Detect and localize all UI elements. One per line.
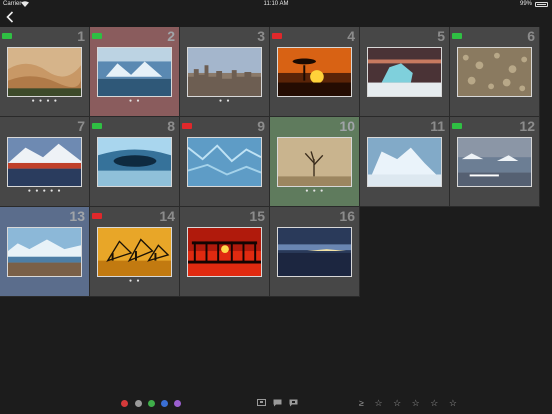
blue-filter-dot[interactable] [161, 400, 168, 407]
photo-number: 6 [527, 28, 535, 44]
battery-icon [535, 2, 548, 7]
photo-cell[interactable]: 5 [360, 27, 450, 117]
green-flag-icon [2, 33, 12, 39]
photo-thumbnail[interactable] [367, 47, 442, 97]
photo-thumbnail[interactable] [367, 137, 442, 187]
green-flag-icon [92, 33, 102, 39]
photo-number: 3 [257, 28, 265, 44]
rating-dots: ● ● [219, 98, 231, 104]
photo-thumbnail[interactable] [97, 227, 172, 277]
green-flag-icon [452, 123, 462, 129]
photo-thumbnail[interactable] [187, 137, 262, 187]
photo-cell[interactable]: 6 [450, 27, 540, 117]
bottom-toolbar: ≥ ☆ ☆ ☆ ☆ ☆ [0, 394, 552, 414]
photo-cell[interactable]: 3 ● ● [180, 27, 270, 117]
photo-cell[interactable]: 2 ● ● [90, 27, 180, 117]
status-bar: Carrier 11:10 AM 99% [0, 0, 552, 9]
chevron-left-icon [6, 10, 14, 26]
red-flag-icon [182, 123, 192, 129]
red-filter-dot[interactable] [121, 400, 128, 407]
rating-star-2[interactable]: ☆ [393, 398, 405, 408]
clock: 11:10 AM [263, 1, 289, 7]
photo-thumbnail[interactable] [187, 227, 262, 277]
flag-comment-icon[interactable] [288, 399, 298, 408]
photo-cell[interactable]: 12 [450, 117, 540, 207]
photo-number: 5 [437, 28, 445, 44]
photo-thumbnail[interactable] [97, 47, 172, 97]
photo-number: 14 [159, 208, 175, 224]
red-flag-icon [272, 33, 282, 39]
rating-dots: ● ● ● [305, 188, 325, 194]
photo-number: 16 [339, 208, 355, 224]
photo-number: 15 [249, 208, 265, 224]
photo-thumbnail[interactable] [7, 47, 82, 97]
photo-cell[interactable]: 13 [0, 207, 90, 297]
photo-number: 13 [69, 208, 85, 224]
rating-star-4[interactable]: ☆ [430, 398, 442, 408]
rating-prefix: ≥ [359, 398, 368, 408]
purple-filter-dot[interactable] [174, 400, 181, 407]
photo-number: 1 [77, 28, 85, 44]
green-filter-dot[interactable] [148, 400, 155, 407]
photo-number: 12 [519, 118, 535, 134]
rating-star-3[interactable]: ☆ [412, 398, 424, 408]
flag-filter-icon[interactable] [256, 399, 266, 408]
photo-thumbnail[interactable] [457, 137, 532, 187]
rating-dots: ● ● [129, 278, 141, 284]
photo-thumbnail[interactable] [187, 47, 262, 97]
photo-cell[interactable]: 14 ● ● [90, 207, 180, 297]
photo-thumbnail[interactable] [7, 227, 82, 277]
photo-thumbnail[interactable] [97, 137, 172, 187]
gray-filter-dot[interactable] [135, 400, 142, 407]
photo-cell[interactable]: 11 [360, 117, 450, 207]
photo-thumbnail[interactable] [277, 227, 352, 277]
rating-dots: ● ● ● ● [31, 98, 59, 104]
photo-cell[interactable]: 7 ● ● ● ● ● [0, 117, 90, 207]
photo-number: 4 [347, 28, 355, 44]
photo-cell[interactable]: 10 ● ● ● [270, 117, 360, 207]
photo-cell[interactable]: 15 [180, 207, 270, 297]
photo-cell[interactable]: 9 [180, 117, 270, 207]
photo-cell[interactable]: 1 ● ● ● ● [0, 27, 90, 117]
battery-percent: 99% [519, 1, 532, 7]
photo-thumbnail[interactable] [7, 137, 82, 187]
photo-number: 7 [77, 118, 85, 134]
green-flag-icon [452, 33, 462, 39]
rating-dots: ● ● [129, 98, 141, 104]
photo-number: 2 [167, 28, 175, 44]
photo-number: 8 [167, 118, 175, 134]
photo-cell[interactable]: 16 [270, 207, 360, 297]
comment-filter-icon[interactable] [272, 399, 282, 408]
red-flag-icon [92, 213, 102, 219]
rating-dots: ● ● ● ● ● [27, 188, 63, 194]
rating-star-1[interactable]: ☆ [374, 398, 386, 408]
back-button[interactable] [3, 10, 17, 26]
photo-number: 9 [257, 118, 265, 134]
photo-thumbnail[interactable] [277, 47, 352, 97]
photo-thumbnail[interactable] [277, 137, 352, 187]
photo-number: 10 [339, 118, 355, 134]
photo-cell[interactable]: 8 [90, 117, 180, 207]
rating-star-5[interactable]: ☆ [449, 398, 461, 408]
photo-thumbnail[interactable] [457, 47, 532, 97]
photo-number: 11 [430, 118, 445, 134]
green-flag-icon [92, 123, 102, 129]
rating-filter: ≥ ☆ ☆ ☆ ☆ ☆ [359, 398, 461, 409]
photo-cell[interactable]: 4 [270, 27, 360, 117]
